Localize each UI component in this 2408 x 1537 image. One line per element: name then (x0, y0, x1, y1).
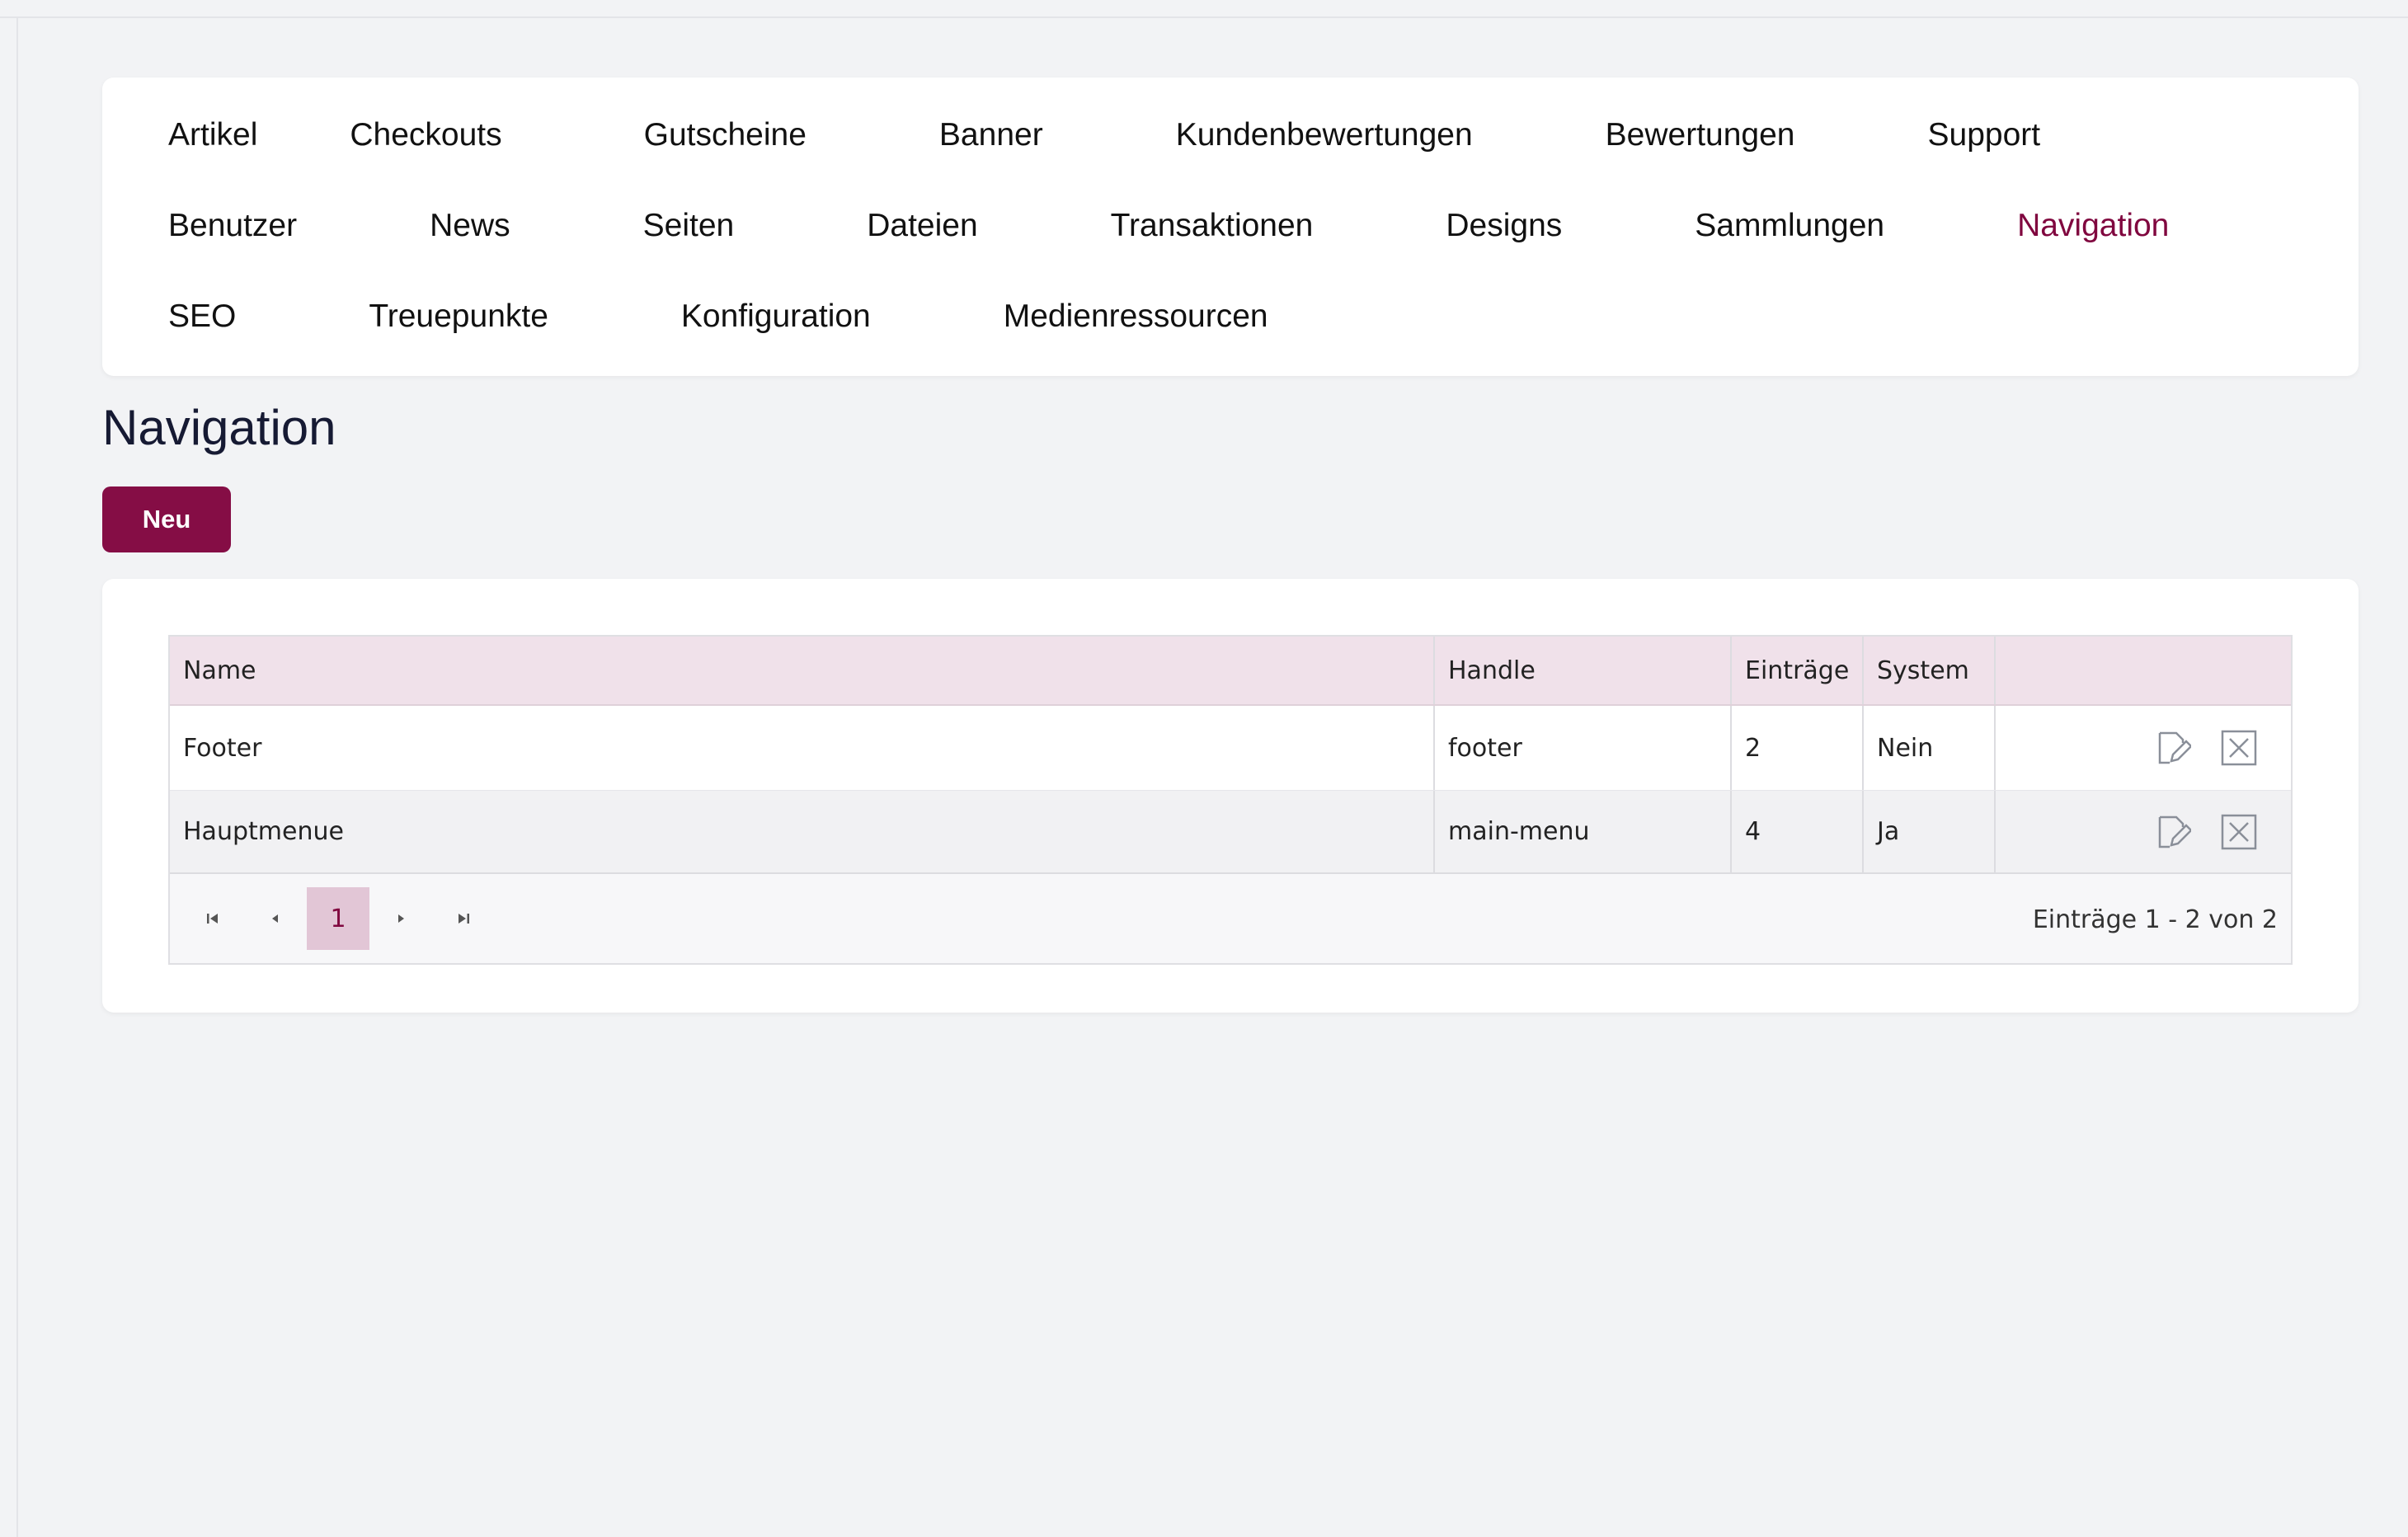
nav-row-3: SEO Treuepunkte Konfiguration Medienress… (168, 292, 1402, 341)
table-header-row: Name Handle Einträge System (170, 637, 2291, 706)
left-rail (0, 18, 18, 1537)
pager-info: Einträge 1 - 2 von 2 (2032, 905, 2278, 934)
nav-item-seiten[interactable]: Seiten (643, 208, 735, 244)
nav-row-2: Benutzer News Seiten Dateien Transaktion… (168, 201, 2302, 251)
table-row[interactable]: Footer footer 2 Nein (170, 706, 2291, 790)
nav-item-gutscheine[interactable]: Gutscheine (644, 117, 807, 153)
first-page-icon[interactable] (181, 887, 244, 950)
header-count[interactable]: Einträge (1732, 637, 1864, 704)
nav-item-checkouts[interactable]: Checkouts (350, 117, 501, 153)
nav-row-1: Artikel Checkouts Gutscheine Banner Kund… (168, 110, 2174, 160)
navigation-grid: Name Handle Einträge System Footer foote… (168, 635, 2293, 965)
nav-item-treuepunkte[interactable]: Treuepunkte (369, 298, 548, 335)
nav-item-artikel[interactable]: Artikel (168, 117, 257, 153)
nav-item-seo[interactable]: SEO (168, 298, 236, 335)
nav-item-support[interactable]: Support (1928, 117, 2041, 153)
nav-item-sammlungen[interactable]: Sammlungen (1695, 208, 1884, 244)
cell-count: 4 (1732, 791, 1864, 872)
last-page-icon[interactable] (432, 887, 495, 950)
nav-item-news[interactable]: News (430, 208, 510, 244)
nav-item-benutzer[interactable]: Benutzer (168, 208, 297, 244)
header-name[interactable]: Name (170, 637, 1435, 704)
current-page-button[interactable]: 1 (307, 887, 369, 950)
pager: 1 Einträge 1 - 2 von 2 (170, 872, 2291, 963)
delete-icon[interactable] (2220, 729, 2258, 767)
new-button[interactable]: Neu (102, 486, 231, 552)
nav-item-banner[interactable]: Banner (939, 117, 1043, 153)
cell-system: Nein (1864, 706, 1996, 790)
page-title: Navigation (102, 400, 336, 455)
cell-handle: footer (1435, 706, 1732, 790)
next-page-icon[interactable] (369, 887, 432, 950)
table-card: Name Handle Einträge System Footer foote… (102, 579, 2359, 1013)
top-bar (0, 0, 2408, 18)
header-system[interactable]: System (1864, 637, 1996, 704)
section-nav-card: Artikel Checkouts Gutscheine Banner Kund… (102, 78, 2359, 376)
header-handle[interactable]: Handle (1435, 637, 1732, 704)
cell-system: Ja (1864, 791, 1996, 872)
edit-icon[interactable] (2154, 813, 2192, 851)
nav-item-medienressourcen[interactable]: Medienressourcen (1004, 298, 1268, 335)
cell-count: 2 (1732, 706, 1864, 790)
cell-handle: main-menu (1435, 791, 1732, 872)
nav-item-bewertungen[interactable]: Bewertungen (1606, 117, 1795, 153)
cell-actions (1996, 791, 2291, 872)
edit-icon[interactable] (2154, 729, 2192, 767)
nav-item-designs[interactable]: Designs (1446, 208, 1562, 244)
nav-item-transaktionen[interactable]: Transaktionen (1111, 208, 1314, 244)
cell-name: Hauptmenue (170, 791, 1435, 872)
header-actions (1996, 637, 2291, 704)
delete-icon[interactable] (2220, 813, 2258, 851)
cell-name: Footer (170, 706, 1435, 790)
previous-page-icon[interactable] (244, 887, 307, 950)
table-row[interactable]: Hauptmenue main-menu 4 Ja (170, 790, 2291, 872)
nav-item-navigation[interactable]: Navigation (2017, 208, 2169, 244)
cell-actions (1996, 706, 2291, 790)
nav-item-dateien[interactable]: Dateien (867, 208, 977, 244)
nav-item-kundenbewertungen[interactable]: Kundenbewertungen (1176, 117, 1473, 153)
nav-item-konfiguration[interactable]: Konfiguration (681, 298, 871, 335)
